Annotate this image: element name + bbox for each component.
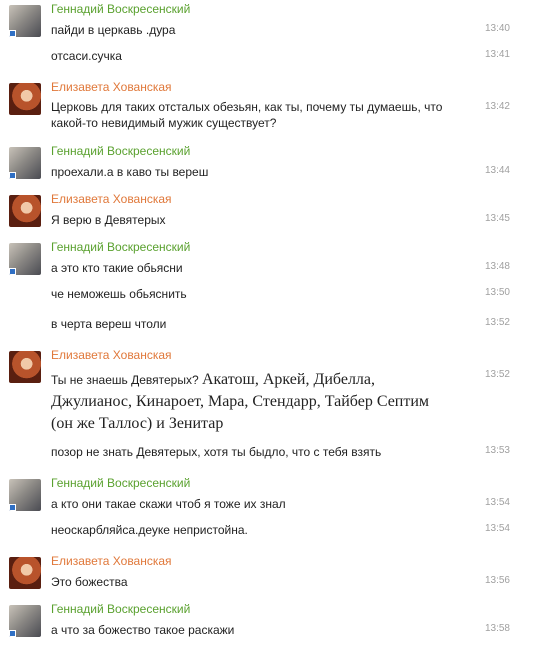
message-time: 13:52 (484, 317, 510, 328)
author-name[interactable]: Геннадий Воскресенский (51, 240, 190, 255)
message-time: 13:56 (484, 575, 510, 586)
author-name[interactable]: Геннадий Воскресенский (51, 2, 190, 17)
message-text: отсаси.сучка (51, 49, 122, 63)
message-text: а кто они такае скажи чтоб я тоже их зна… (51, 497, 286, 511)
message-text: неоскарбляйса.деуке непристойна. (51, 523, 248, 537)
message-text: Ты не знаешь Девятерых? Акатош, Аркей, Д… (51, 369, 451, 435)
message-text: в черта вереш чтоли (51, 317, 167, 331)
message-text: проехали.а в каво ты вереш (51, 165, 209, 179)
author-name[interactable]: Елизавета Хованская (51, 554, 172, 569)
message-text-part: Ты не знаешь Девятерых? (51, 373, 202, 387)
message-time: 13:41 (484, 49, 510, 60)
message-text: а что за божество такое раскажи (51, 623, 235, 637)
avatar[interactable] (9, 147, 41, 179)
message-time: 13:54 (484, 523, 510, 534)
online-indicator (9, 268, 16, 275)
author-name[interactable]: Елизавета Хованская (51, 348, 172, 363)
message-time: 13:45 (484, 213, 510, 224)
author-name[interactable]: Геннадий Воскресенский (51, 476, 190, 491)
message-time: 13:40 (484, 23, 510, 34)
message-text: че неможешь обьяснить (51, 287, 187, 301)
message-text: Это божества (51, 575, 128, 589)
message-text: Я верю в Девятерых (51, 213, 166, 227)
message-time: 13:52 (484, 369, 510, 380)
avatar[interactable] (9, 5, 41, 37)
message-text: пайди в церкавь .дура (51, 23, 176, 37)
avatar[interactable] (9, 83, 41, 115)
avatar[interactable] (9, 195, 41, 227)
message-text: позор не знать Девятерых, хотя ты быдло,… (51, 445, 382, 459)
message-time: 13:44 (484, 165, 510, 176)
message-time: 13:54 (484, 497, 510, 508)
message-time: 13:48 (484, 261, 510, 272)
message-text: Церковь для таких отсталых обезьян, как … (51, 100, 443, 130)
message-time: 13:53 (484, 445, 510, 456)
avatar[interactable] (9, 243, 41, 275)
author-name[interactable]: Елизавета Хованская (51, 80, 172, 95)
message-time: 13:50 (484, 287, 510, 298)
author-name[interactable]: Геннадий Воскресенский (51, 144, 190, 159)
online-indicator (9, 172, 16, 179)
avatar[interactable] (9, 557, 41, 589)
online-indicator (9, 630, 16, 637)
message-time: 13:58 (484, 623, 510, 634)
avatar[interactable] (9, 479, 41, 511)
author-name[interactable]: Геннадий Воскресенский (51, 602, 190, 617)
message-text: а это кто такие обьясни (51, 261, 183, 275)
online-indicator (9, 504, 16, 511)
author-name[interactable]: Елизавета Хованская (51, 192, 172, 207)
avatar[interactable] (9, 351, 41, 383)
online-indicator (9, 30, 16, 37)
avatar[interactable] (9, 605, 41, 637)
message-time: 13:42 (484, 101, 510, 112)
